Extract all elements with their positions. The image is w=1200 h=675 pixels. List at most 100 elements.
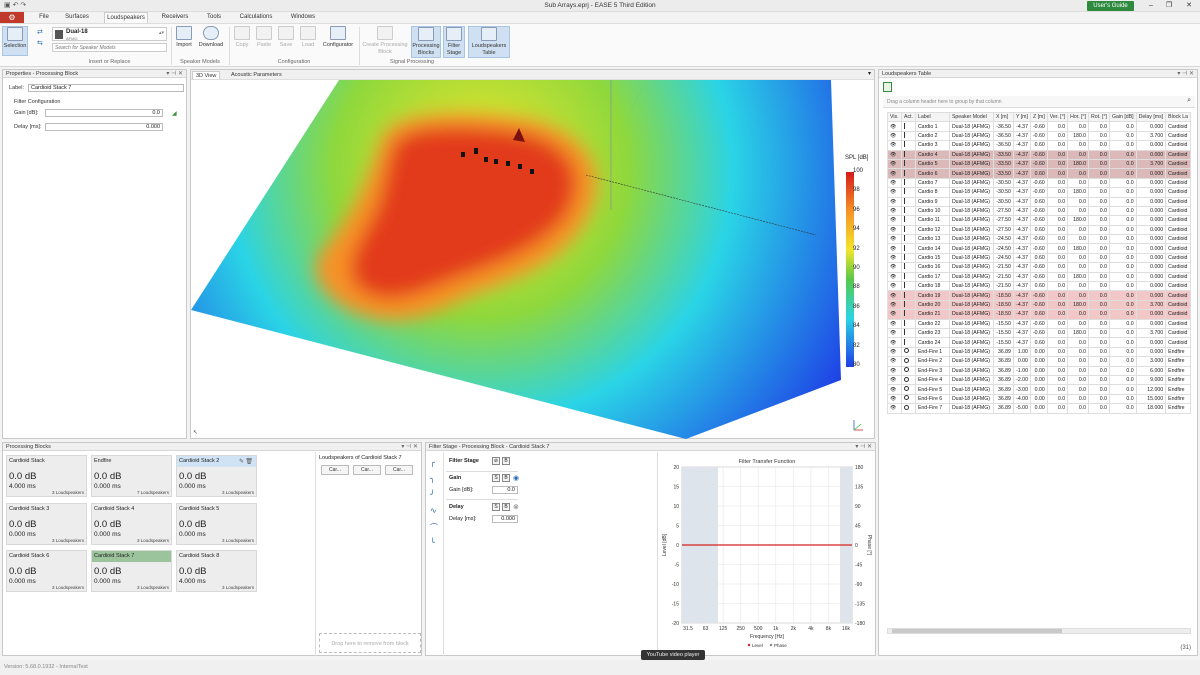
table-cell[interactable]: 0.0	[1046, 177, 1069, 189]
table-cell[interactable]: -4.37	[1012, 158, 1031, 170]
table-cell[interactable]: 180.0	[1067, 158, 1090, 170]
visibility-eye-icon[interactable]: 👁	[887, 140, 902, 151]
table-cell[interactable]: Cardioid	[1165, 149, 1192, 160]
table-row[interactable]: 👁 Cardio 15 Dual-18 (AFMG) -24.50 -4.37 0.60 0…	[887, 252, 1192, 264]
table-cell[interactable]: 0.0	[1046, 196, 1069, 207]
panel-menu-icon[interactable]: ▾	[868, 70, 871, 77]
table-cell[interactable]: 0.000	[1135, 346, 1167, 358]
table-cell[interactable]: 0.0	[1088, 187, 1110, 198]
table-cell[interactable]: Dual-18 (AFMG)	[948, 374, 994, 386]
table-cell[interactable]: -21.50	[992, 262, 1014, 273]
active-bar-icon[interactable]	[901, 337, 916, 348]
table-cell[interactable]: 0.0	[1046, 215, 1069, 226]
table-cell[interactable]: 0.0	[1046, 346, 1069, 358]
table-cell[interactable]: 0.0	[1088, 130, 1110, 142]
filter-delay-input[interactable]: 0.000	[492, 515, 518, 523]
table-cell[interactable]: Cardio 6	[914, 168, 950, 179]
table-cell[interactable]: 0.0	[1046, 281, 1069, 292]
table-row[interactable]: 👁 End-Fire 7 Dual-18 (AFMG) 36.89 -5.00 0.00 0…	[887, 403, 1192, 414]
table-cell[interactable]: Endfire	[1165, 374, 1192, 386]
active-bar-icon[interactable]	[901, 327, 916, 339]
table-cell[interactable]: 0.0	[1046, 234, 1069, 245]
table-cell[interactable]: End-Fire 2	[914, 356, 950, 367]
table-cell[interactable]: 0.0	[1108, 149, 1137, 160]
shelf-filter-icon[interactable]: ╯	[430, 490, 435, 499]
visibility-eye-icon[interactable]: 👁	[887, 149, 902, 160]
table-cell[interactable]: Dual-18 (AFMG)	[948, 205, 994, 217]
table-cell[interactable]: Cardioid	[1165, 177, 1192, 189]
bypass-button[interactable]: B	[502, 457, 510, 465]
active-circle-icon[interactable]	[901, 356, 916, 367]
active-bar-icon[interactable]	[901, 196, 916, 207]
visibility-eye-icon[interactable]: 👁	[887, 281, 902, 292]
column-header[interactable]: Gain [dB]	[1108, 111, 1137, 123]
column-header[interactable]: Block La	[1165, 111, 1192, 123]
table-cell[interactable]: 0.0	[1088, 346, 1110, 358]
table-cell[interactable]: 0.0	[1046, 121, 1069, 132]
load-button[interactable]: Load	[298, 26, 318, 49]
chevron-down-icon[interactable]: ▴▾	[159, 30, 164, 36]
table-cell[interactable]: Cardio 5	[914, 158, 950, 170]
table-cell[interactable]: Dual-18 (AFMG)	[948, 196, 994, 207]
horizontal-scrollbar[interactable]	[887, 628, 1191, 634]
table-cell[interactable]: 0.0	[1046, 290, 1069, 301]
processing-block-card[interactable]: Cardioid Stack 7 0.0 dB 0.000 ms 3 Loudspea…	[91, 550, 172, 592]
table-cell[interactable]: 0.0	[1108, 224, 1137, 236]
table-cell[interactable]: 0.0	[1046, 271, 1069, 283]
loudspeakers-table-button[interactable]: Loudspeakers Table	[468, 26, 510, 58]
table-cell[interactable]: Cardio 24	[914, 337, 950, 348]
table-cell[interactable]: Dual-18 (AFMG)	[948, 187, 994, 198]
table-cell[interactable]: 0.00	[1012, 356, 1031, 367]
table-cell[interactable]: -4.37	[1012, 327, 1031, 339]
table-cell[interactable]: -36.50	[992, 130, 1014, 142]
table-cell[interactable]: -2.00	[1012, 374, 1031, 386]
table-cell[interactable]: 0.000	[1135, 290, 1167, 301]
table-cell[interactable]: Endfire	[1165, 365, 1192, 376]
filter-gain-input[interactable]: 0.0	[492, 486, 518, 494]
table-cell[interactable]: Cardioid	[1165, 187, 1192, 198]
import-button[interactable]: Import	[173, 26, 195, 49]
table-cell[interactable]: -18.50	[992, 309, 1014, 320]
table-cell[interactable]: -4.37	[1012, 130, 1031, 142]
table-cell[interactable]: Cardioid	[1165, 205, 1192, 217]
copy-button[interactable]: Copy	[232, 26, 252, 49]
table-cell[interactable]: 36.89	[992, 356, 1014, 367]
table-cell[interactable]: 0.0	[1088, 158, 1110, 170]
table-cell[interactable]: 0.0	[1108, 384, 1137, 395]
table-cell[interactable]: Dual-18 (AFMG)	[948, 299, 994, 311]
table-cell[interactable]: 0.0	[1067, 384, 1090, 395]
table-cell[interactable]: 0.0	[1088, 234, 1110, 245]
table-cell[interactable]: 0.0	[1046, 168, 1069, 179]
selection-button[interactable]: Selection	[2, 26, 28, 56]
visibility-eye-icon[interactable]: 👁	[887, 158, 902, 170]
active-circle-icon[interactable]	[901, 384, 916, 395]
table-cell[interactable]: 0.00	[1029, 365, 1048, 376]
table-cell[interactable]: 0.0	[1108, 365, 1137, 376]
table-cell[interactable]: Cardio 18	[914, 281, 950, 292]
table-cell[interactable]: -30.50	[992, 196, 1014, 207]
table-cell[interactable]: 0.0	[1108, 168, 1137, 179]
active-circle-icon[interactable]	[901, 365, 916, 376]
table-cell[interactable]: 36.89	[992, 374, 1014, 386]
table-cell[interactable]: -0.60	[1029, 158, 1048, 170]
table-cell[interactable]: 0.000	[1135, 187, 1167, 198]
table-cell[interactable]: 0.0	[1046, 262, 1069, 273]
table-cell[interactable]: End-Fire 1	[914, 346, 950, 358]
table-cell[interactable]: 0.0	[1046, 158, 1069, 170]
table-cell[interactable]: -4.37	[1012, 224, 1031, 236]
table-cell[interactable]: Dual-18 (AFMG)	[948, 140, 994, 151]
table-cell[interactable]: -27.50	[992, 224, 1014, 236]
table-row[interactable]: 👁 Cardio 2 Dual-18 (AFMG) -36.50 -4.37 -0.60 0…	[887, 130, 1192, 142]
visibility-eye-icon[interactable]: 👁	[887, 318, 902, 330]
edit-icon[interactable]: ✎	[239, 458, 244, 465]
table-cell[interactable]: 0.0	[1088, 271, 1110, 283]
table-cell[interactable]: 0.0	[1088, 309, 1110, 320]
table-cell[interactable]: -0.60	[1029, 234, 1048, 245]
table-cell[interactable]: Dual-18 (AFMG)	[948, 177, 994, 189]
table-cell[interactable]: 0.0	[1046, 149, 1069, 160]
table-cell[interactable]: 0.0	[1108, 140, 1137, 151]
table-cell[interactable]: Cardio 19	[914, 290, 950, 301]
processing-block-card[interactable]: Endfire 0.0 dB 0.000 ms 7 Loudspeakers	[91, 455, 172, 497]
column-header[interactable]: Vis.	[887, 111, 902, 123]
table-cell[interactable]: 0.0	[1067, 346, 1090, 358]
